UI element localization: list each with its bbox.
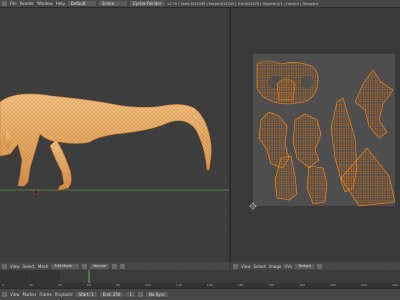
layers-icon[interactable] — [120, 263, 126, 269]
menu-playback[interactable]: Playback — [55, 292, 73, 297]
menu-view[interactable]: View — [241, 264, 251, 269]
menu-uvs[interactable]: UVs — [284, 264, 292, 269]
play-icon[interactable] — [138, 292, 143, 297]
layout-selector[interactable]: Default — [67, 1, 96, 6]
menu-help[interactable]: Help — [56, 1, 65, 6]
timeline-header: View Marker Frame Playback Start: 1 End:… — [0, 288, 400, 300]
menu-image[interactable]: Image — [269, 264, 282, 269]
top-menu-bar: File Render Window Help Default Scene Cy… — [0, 0, 400, 8]
end-frame-field[interactable]: End: 250 — [99, 292, 124, 297]
menu-file[interactable]: File — [10, 1, 17, 6]
uv-canvas — [249, 54, 396, 210]
pin-icon[interactable] — [316, 263, 322, 269]
uv-image-editor[interactable] — [231, 8, 400, 262]
viewport-shading-icon[interactable] — [82, 263, 88, 269]
viewport-canvas — [0, 93, 229, 229]
menu-render[interactable]: Render — [20, 1, 34, 6]
mode-dropdown[interactable]: Edit Mode — [51, 263, 80, 269]
menu-view[interactable]: View — [10, 264, 20, 269]
editor-type-icon[interactable] — [2, 292, 7, 297]
uv-editor-header: View Select Image UVs Texture — [231, 262, 400, 270]
3d-cursor-icon — [31, 187, 41, 197]
pivot-dropdown[interactable]: Normal — [90, 263, 110, 269]
menu-window[interactable]: Window — [37, 1, 53, 6]
render-engine-dropdown[interactable]: Cycles Render — [129, 1, 165, 6]
menu-select[interactable]: Select — [23, 264, 35, 269]
sync-dropdown[interactable]: No Sync — [146, 292, 169, 297]
timeline-range — [60, 270, 400, 283]
start-frame-field[interactable]: Start: 1 — [75, 292, 97, 297]
snap-icon[interactable] — [112, 263, 118, 269]
menu-marker[interactable]: Marker — [23, 292, 37, 297]
menu-frame[interactable]: Frame — [39, 292, 51, 297]
image-selector[interactable]: Texture — [295, 263, 314, 269]
3d-viewport[interactable] — [0, 8, 229, 262]
editor-type-icon[interactable] — [2, 263, 7, 269]
menu-mesh[interactable]: Mesh — [38, 264, 49, 269]
dinosaur-mesh[interactable] — [0, 93, 212, 191]
editor-type-icon[interactable] — [233, 263, 238, 269]
menu-view[interactable]: View — [10, 292, 20, 297]
timeline-area[interactable]: 0 20 40 60 80 100 120 140 160 180 200 22… — [0, 270, 400, 288]
scene-selector[interactable]: Scene — [98, 1, 127, 6]
editor-type-icon[interactable] — [2, 1, 7, 6]
current-frame-field[interactable]: 1 — [126, 292, 135, 297]
3d-view-header: View Select Mesh Edit Mode Normal — [0, 262, 229, 270]
menu-select[interactable]: Select — [254, 264, 266, 269]
scene-info: v2.70 | Verts:0/12345 | Faces:0/12345 | … — [167, 1, 319, 6]
